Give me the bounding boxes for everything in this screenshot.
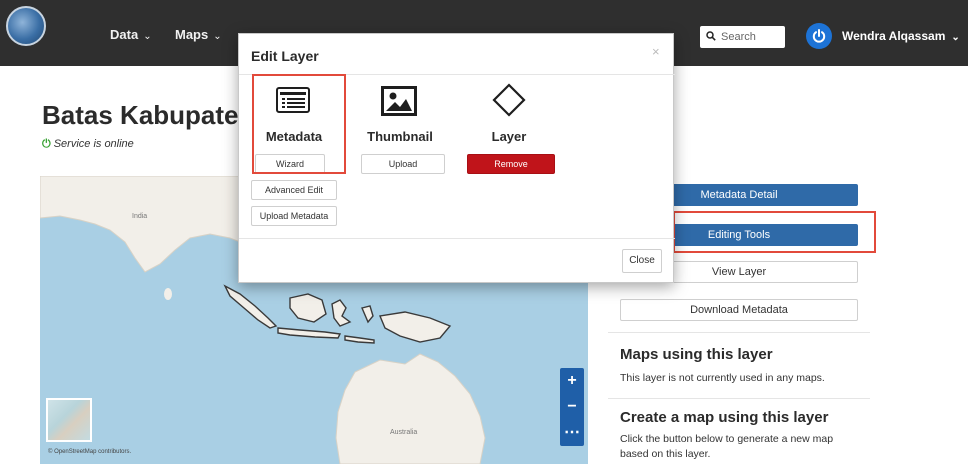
- maps-using-text: This layer is not currently used in any …: [620, 372, 825, 384]
- map-label-india: India: [132, 213, 147, 220]
- search-box[interactable]: [700, 26, 785, 48]
- panel-divider: [608, 398, 870, 399]
- search-input[interactable]: [721, 31, 776, 43]
- power-status-icon: ⏻: [42, 138, 51, 150]
- chevron-down-icon: ⌄: [143, 31, 152, 42]
- panel-divider: [608, 332, 870, 333]
- advanced-edit-button[interactable]: Advanced Edit: [251, 180, 337, 200]
- nav-menu-maps-label: Maps: [175, 27, 209, 42]
- maps-using-title: Maps using this layer: [620, 346, 773, 363]
- site-logo[interactable]: [6, 6, 46, 46]
- more-options-button[interactable]: ⋯: [560, 420, 584, 446]
- user-name: Wendra Alqassam: [842, 29, 946, 43]
- basemap-switcher[interactable]: [46, 398, 92, 442]
- indonesia-archipelago: [223, 284, 452, 344]
- close-button[interactable]: Close: [622, 249, 662, 273]
- close-icon[interactable]: ×: [652, 44, 660, 59]
- zoom-out-button[interactable]: −: [560, 394, 584, 420]
- download-metadata-button[interactable]: Download Metadata: [620, 299, 858, 321]
- remove-layer-button[interactable]: Remove: [467, 154, 555, 174]
- zoom-in-button[interactable]: +: [560, 368, 584, 394]
- page-title: Batas Kabupaten/: [42, 100, 262, 130]
- image-icon: [381, 86, 417, 116]
- modal-footer-divider: [239, 238, 675, 239]
- search-icon: [706, 30, 716, 44]
- sri-lanka-landmass: [164, 288, 172, 300]
- chevron-down-icon: ⌄: [213, 31, 222, 42]
- create-map-text: Click the button below to generate a new…: [620, 433, 834, 460]
- chevron-down-icon: ⌄: [951, 32, 960, 43]
- nav-menu-maps[interactable]: Maps ⌄: [175, 27, 222, 42]
- modal-title: Edit Layer: [251, 48, 319, 64]
- nav-menu-data-label: Data: [110, 27, 139, 42]
- diamond-icon: [492, 83, 526, 117]
- service-status: ⏻ Service is online: [42, 138, 134, 151]
- map-label-australia: Australia: [390, 429, 417, 436]
- map-attribution: © OpenStreetMap contributors.: [48, 449, 132, 455]
- map-controls: + − ⋯: [560, 368, 584, 446]
- australia-landmass: [335, 353, 486, 464]
- service-status-text: Service is online: [53, 138, 134, 150]
- user-menu[interactable]: Wendra Alqassam ⌄: [842, 29, 960, 43]
- edit-layer-modal: Edit Layer × Metadata Wizard Advanced Ed…: [238, 33, 675, 283]
- user-avatar[interactable]: [806, 23, 832, 49]
- upload-metadata-button[interactable]: Upload Metadata: [251, 206, 337, 226]
- metadata-highlight: [252, 74, 346, 174]
- thumbnail-label: Thumbnail: [367, 129, 433, 144]
- layer-label: Layer: [491, 129, 527, 144]
- power-icon: [812, 29, 826, 43]
- nav-menu-data[interactable]: Data ⌄: [110, 27, 152, 42]
- upload-thumbnail-button[interactable]: Upload: [361, 154, 445, 174]
- create-map-title: Create a map using this layer: [620, 409, 829, 426]
- editing-tools-highlight: [673, 211, 876, 253]
